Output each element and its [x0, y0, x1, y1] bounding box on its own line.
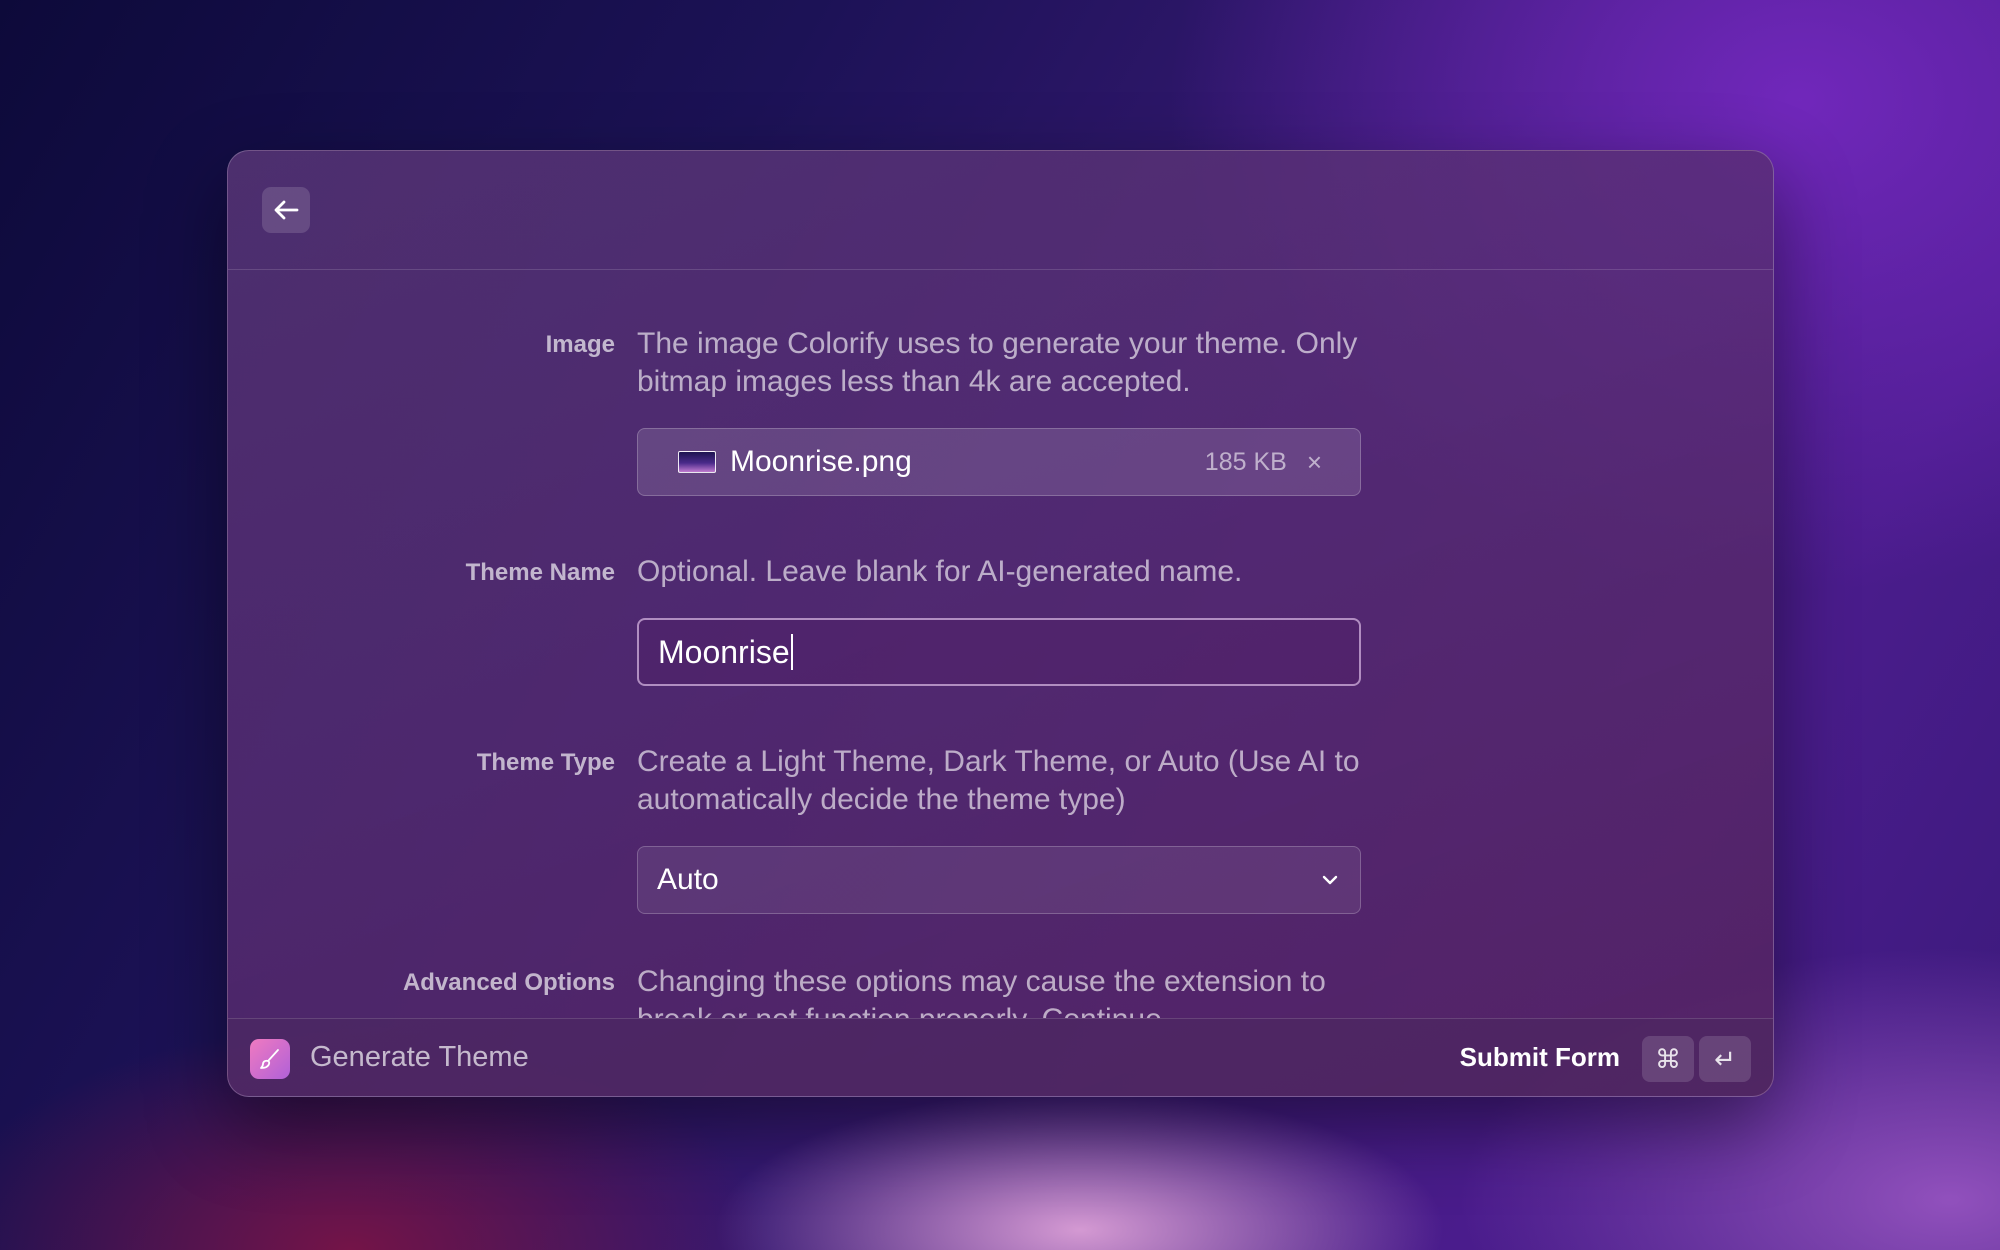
theme-type-select[interactable]: Auto: [637, 846, 1361, 914]
enter-key-icon: ↵: [1699, 1036, 1751, 1082]
action-bar: Generate Theme Submit Form ⌘ ↵: [228, 1018, 1773, 1096]
theme-type-label: Theme Type: [476, 749, 615, 776]
advanced-options-label: Advanced Options: [402, 969, 615, 996]
theme-name-label: Theme Name: [465, 559, 615, 586]
advanced-options-description: Changing these options may cause the ext…: [637, 965, 1326, 1018]
theme-name-value: Moonrise: [658, 633, 790, 670]
arrow-left-icon: [274, 200, 299, 220]
file-name: Moonrise.png: [730, 445, 912, 478]
theme-name-input[interactable]: Moonrise: [637, 618, 1361, 686]
theme-type-description: Create a Light Theme, Dark Theme, or Aut…: [637, 745, 1360, 816]
image-label: Image: [545, 331, 615, 358]
command-key-icon: ⌘: [1642, 1036, 1694, 1082]
file-size: 185 KB: [1204, 447, 1287, 476]
remove-file-icon[interactable]: ×: [1307, 447, 1322, 478]
submit-form-button[interactable]: Submit Form: [1460, 1042, 1620, 1073]
theme-name-description: Optional. Leave blank for AI-generated n…: [637, 555, 1243, 588]
form-content: Image The image Colorify uses to generat…: [228, 270, 1773, 1018]
image-description: The image Colorify uses to generate your…: [637, 327, 1358, 398]
chevron-down-icon: [1322, 875, 1338, 885]
paintbrush-icon: [250, 1039, 290, 1079]
theme-type-selected: Auto: [657, 863, 719, 896]
command-title: Generate Theme: [310, 1041, 529, 1073]
text-caret: [790, 634, 793, 670]
top-bar: [228, 151, 1773, 270]
back-button[interactable]: [262, 187, 310, 233]
image-thumbnail: [678, 451, 716, 473]
extension-window: Image The image Colorify uses to generat…: [227, 150, 1774, 1097]
image-file-picker[interactable]: Moonrise.png 185 KB ×: [637, 428, 1361, 496]
